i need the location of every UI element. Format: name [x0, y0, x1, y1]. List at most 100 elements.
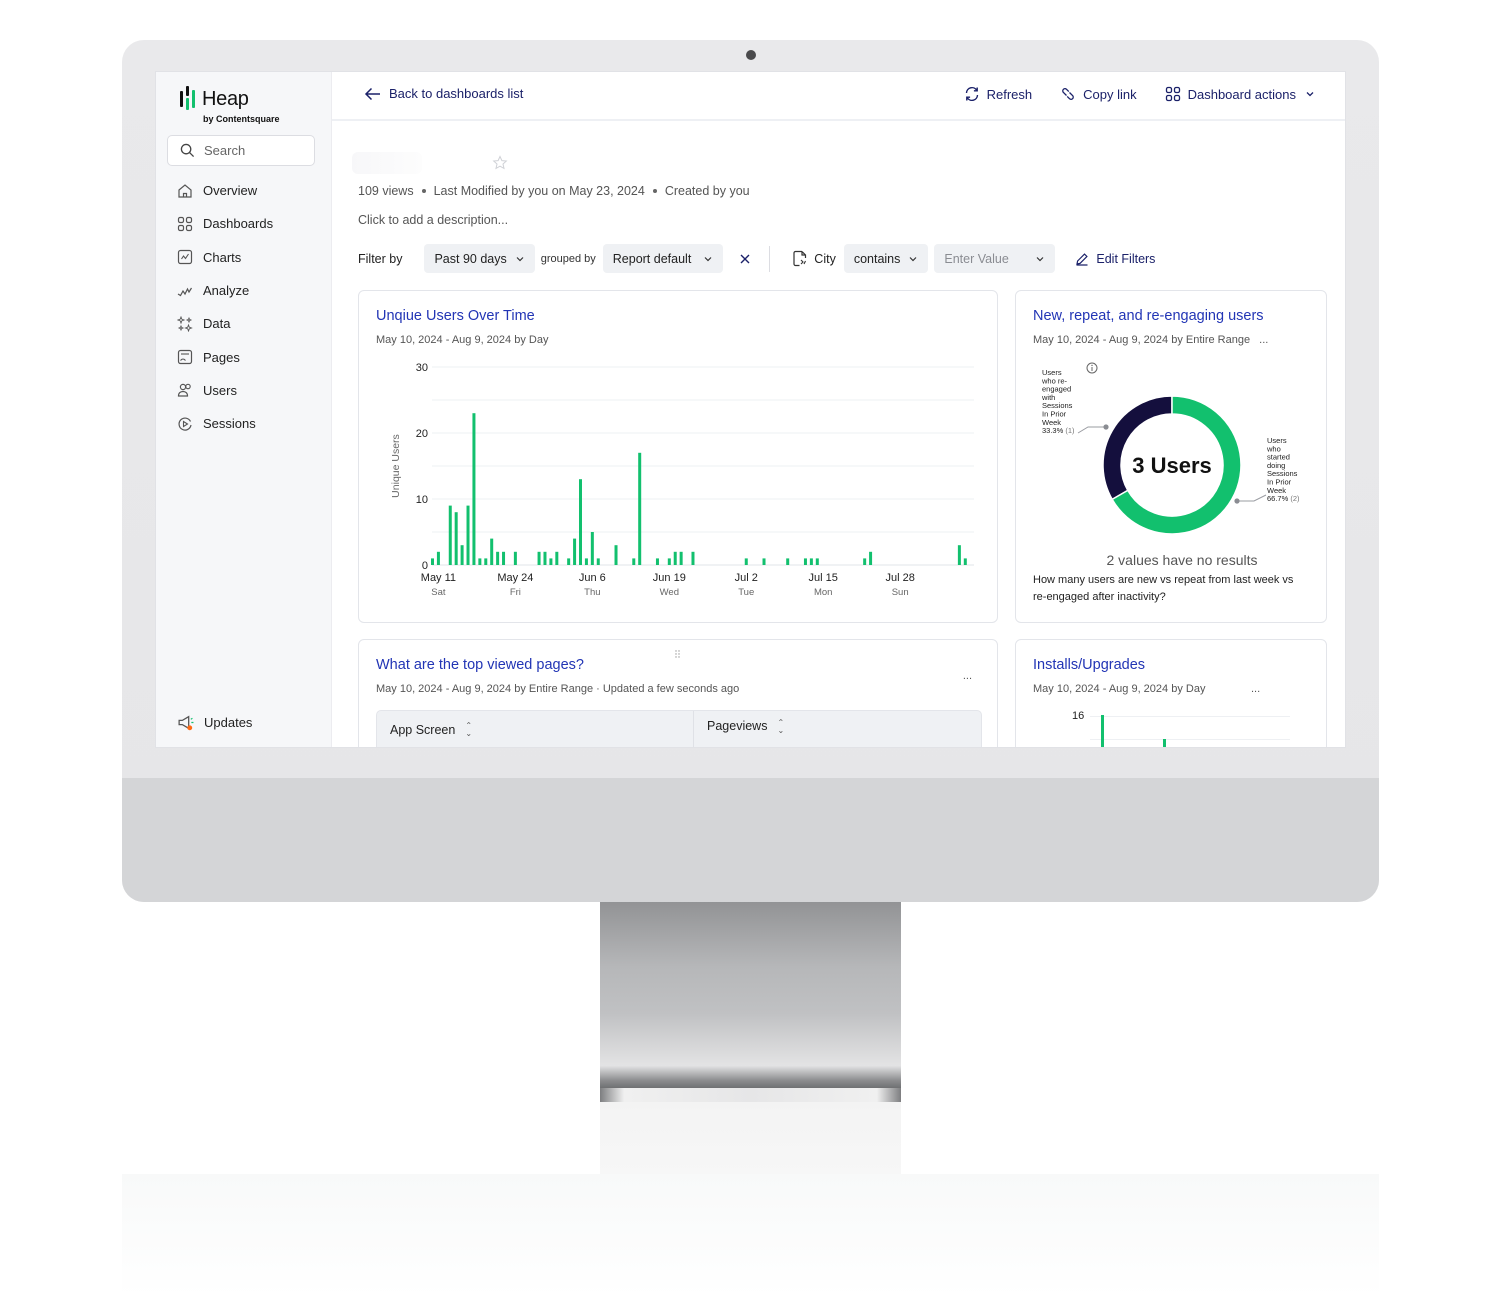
- column-label: Pageviews: [707, 719, 768, 733]
- x-tick-sublabel: Fri: [510, 587, 521, 598]
- more-options-button[interactable]: ...: [1251, 683, 1260, 695]
- edit-filters-button[interactable]: Edit Filters: [1075, 252, 1155, 266]
- chart-bar: [490, 538, 494, 565]
- value-input[interactable]: Enter Value: [934, 244, 1056, 273]
- panel-subtitle: May 10, 2024 - Aug 9, 2024 by Day: [1033, 683, 1206, 695]
- chart-bar: [555, 551, 559, 565]
- x-tick-sublabel: Thu: [584, 587, 600, 598]
- chart-bar: [679, 551, 683, 565]
- pages-icon: [177, 350, 193, 365]
- x-tick-sublabel: Sat: [431, 587, 446, 598]
- panel-subtitle: May 10, 2024 - Aug 9, 2024 by Entire Ran…: [1033, 334, 1268, 346]
- chart-bar: [786, 558, 790, 565]
- column-label: App Screen: [390, 723, 456, 737]
- chart-bar: [537, 551, 541, 565]
- drag-handle-icon[interactable]: [675, 650, 681, 658]
- panel-title[interactable]: New, repeat, and re-engaging users: [1033, 308, 1264, 324]
- created-by: Created by you: [664, 184, 750, 198]
- grouping-dropdown[interactable]: Report default: [602, 244, 724, 273]
- chart-bar: [614, 545, 618, 565]
- chart-bar: [1101, 715, 1104, 747]
- panel-title[interactable]: Installs/Upgrades: [1033, 657, 1145, 673]
- property-label[interactable]: City: [814, 252, 836, 266]
- panel-title[interactable]: What are the top viewed pages?: [376, 657, 584, 673]
- panel-description: How many users are new vs repeat from la…: [1033, 574, 1294, 603]
- pencil-icon: [1076, 252, 1089, 266]
- copy-link-button[interactable]: Copy link: [1060, 86, 1137, 102]
- chart-icon: [177, 250, 193, 265]
- chart-bar: [513, 551, 517, 565]
- sidebar: Heap by Contentsquare Search Overview Da…: [156, 72, 332, 747]
- monitor-stand: [600, 902, 901, 1088]
- sidebar-item-label: Dashboards: [203, 216, 274, 232]
- more-options-button[interactable]: ...: [1259, 334, 1268, 346]
- sidebar-item-data[interactable]: Data: [177, 307, 273, 340]
- grid-icon: [177, 216, 193, 232]
- more-options-button[interactable]: ...: [963, 670, 972, 682]
- chart-bar: [744, 558, 748, 565]
- description-field[interactable]: Click to add a description...: [358, 213, 508, 227]
- dashboard-title-row: [352, 152, 508, 174]
- chart-bar: [963, 558, 967, 565]
- leader-line: [1077, 426, 1106, 434]
- sidebar-item-updates[interactable]: Updates: [177, 714, 252, 731]
- heap-logo-icon: [180, 86, 200, 112]
- refresh-label: Refresh: [986, 86, 1033, 102]
- chart-bar: [803, 558, 807, 565]
- x-tick-label: Jun 6: [579, 572, 606, 584]
- sidebar-item-label: Data: [203, 316, 231, 332]
- chart-bar: [567, 558, 571, 565]
- panel-unique-users: Unqiue Users Over Time May 10, 2024 - Au…: [358, 290, 998, 623]
- filter-bar: Filter by Past 90 days grouped by Report…: [358, 244, 1155, 273]
- sidebar-item-sessions[interactable]: Sessions: [177, 407, 273, 440]
- camera-dot: [746, 50, 756, 60]
- value-placeholder: Enter Value: [944, 251, 1009, 266]
- date-range-dropdown[interactable]: Past 90 days: [424, 244, 535, 273]
- search-input[interactable]: Search: [167, 135, 315, 166]
- sort-icon: ⌃ ⌄: [465, 721, 473, 738]
- x-tick-label: May 24: [497, 572, 533, 584]
- chart-bar: [502, 551, 506, 565]
- chart-bar: [448, 505, 452, 565]
- chevron-down-icon: [516, 256, 524, 261]
- dashboard-meta: 109 views Last Modified by you on May 23…: [358, 184, 750, 198]
- back-to-dashboards-link[interactable]: Back to dashboards list: [364, 86, 523, 101]
- chevron-down-icon: [1036, 256, 1044, 261]
- last-modified: Last Modified by you on May 23, 2024: [433, 184, 645, 198]
- sidebar-item-analyze[interactable]: Analyze: [177, 274, 273, 307]
- column-header-app-screen[interactable]: App Screen ⌃ ⌄: [390, 711, 473, 747]
- operator-dropdown[interactable]: contains: [843, 244, 929, 273]
- y-tick-label: 20: [416, 428, 428, 440]
- pages-table-header: App Screen ⌃ ⌄ Pageviews ⌃ ⌄: [376, 710, 982, 747]
- sidebar-item-overview[interactable]: Overview: [177, 174, 273, 207]
- x-tick-label: May 11: [421, 572, 456, 584]
- unique-users-bar-chart: 0 10 20 30 Unique Users May 11 Sat May 24 Fri Jun…: [390, 362, 974, 598]
- main-content: Back to dashboards list Refresh Copy lin…: [332, 72, 1345, 747]
- stand-reflection: [600, 1102, 901, 1174]
- sidebar-item-charts[interactable]: Charts: [177, 241, 273, 274]
- grouping-value: Report default: [612, 251, 692, 266]
- views-count: 109 views: [358, 184, 414, 198]
- star-icon[interactable]: [492, 155, 508, 171]
- y-tick-label: 10: [416, 494, 428, 506]
- chart-bar: [863, 558, 867, 565]
- search-placeholder: Search: [204, 143, 246, 158]
- chart-bar: [691, 551, 695, 565]
- analyze-icon: [177, 287, 193, 296]
- chart-bar: [667, 558, 671, 565]
- dashboard-title[interactable]: [352, 152, 422, 174]
- x-tick-label: Jun 19: [653, 572, 686, 584]
- sidebar-item-pages[interactable]: Pages: [177, 340, 273, 373]
- sidebar-item-label: Overview: [203, 183, 258, 199]
- dashboard-actions-dropdown[interactable]: Dashboard actions: [1165, 86, 1317, 102]
- x-tick-sublabel: Tue: [738, 587, 754, 598]
- sidebar-item-dashboards[interactable]: Dashboards: [177, 207, 273, 240]
- y-tick-label: 16: [1072, 710, 1085, 722]
- y-tick-label: 0: [422, 560, 428, 572]
- sidebar-item-users[interactable]: Users: [177, 374, 273, 407]
- refresh-button[interactable]: Refresh: [964, 86, 1033, 102]
- clear-icon[interactable]: [739, 253, 751, 265]
- column-header-pageviews[interactable]: Pageviews ⌃ ⌄: [707, 711, 784, 747]
- chart-bar: [549, 558, 553, 565]
- leader-dot: [1103, 424, 1109, 430]
